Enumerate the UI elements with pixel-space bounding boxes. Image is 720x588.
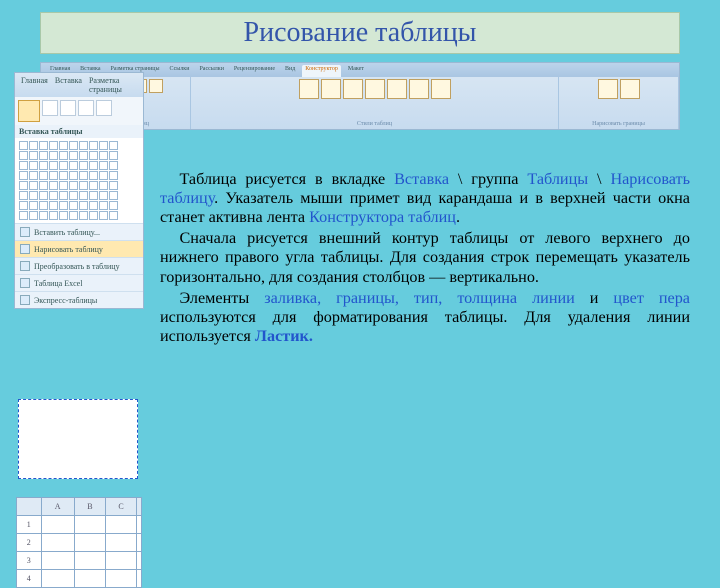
ribbon-group-drawborders: Нарисовать границы (559, 77, 679, 129)
table-cell: 1 (17, 516, 42, 534)
table-cell (105, 552, 136, 570)
paragraph-3: Элементы заливка, границы, тип, толщина … (160, 289, 690, 346)
table-cell (105, 516, 136, 534)
dropdown-tab[interactable]: Главная (19, 75, 50, 95)
left-illustrations: Главная Вставка Разметка страницы Вставк… (14, 72, 144, 588)
keyword: заливка, границы, тип, толщина линии (264, 289, 575, 307)
table-cell (74, 552, 105, 570)
table-cell: 4 (17, 570, 42, 588)
dropdown-option-excel[interactable]: Таблица Excel (15, 274, 143, 291)
ribbon-group-styles: Стили таблиц (191, 77, 559, 129)
dropdown-option-draw[interactable]: Нарисовать таблицу (15, 240, 143, 257)
ribbon-tab-active[interactable]: Конструктор (302, 65, 341, 77)
table-style-icon[interactable] (299, 79, 319, 99)
insert-grid[interactable] (15, 138, 143, 223)
keyword: Вставка (394, 170, 449, 188)
table-cell (74, 570, 105, 588)
quick-icon (20, 295, 30, 305)
table-cell (105, 570, 136, 588)
text-run: и (575, 289, 614, 307)
ribbon-tab[interactable]: Вид (282, 65, 298, 77)
table-style-icon[interactable] (365, 79, 385, 99)
paragraph-1: Таблица рисуется в вкладке Вставка \ гру… (160, 170, 690, 227)
table-header (17, 498, 42, 516)
clipart-icon[interactable] (60, 100, 76, 116)
option-label: Преобразовать в таблицу (34, 262, 120, 271)
table-cell (137, 552, 142, 570)
insert-table-dropdown: Главная Вставка Разметка страницы Вставк… (14, 72, 144, 309)
eraser-icon[interactable] (620, 79, 640, 99)
option-label: Вставить таблицу... (34, 228, 100, 237)
excel-icon (20, 278, 30, 288)
dropdown-header: Главная Вставка Разметка страницы (15, 73, 143, 97)
text-run: Элементы (179, 289, 264, 307)
body-text: Таблица рисуется в вкладке Вставка \ гру… (160, 170, 690, 348)
table-style-icon[interactable] (343, 79, 363, 99)
text-run: Таблица рисуется в вкладке (179, 170, 394, 188)
table-cell (137, 534, 142, 552)
grid-icon (20, 227, 30, 237)
ribbon-group-label: Нарисовать границы (592, 121, 645, 127)
keyword: Таблицы (527, 170, 588, 188)
table-style-icon[interactable] (321, 79, 341, 99)
drawing-outline-box (18, 399, 138, 479)
keyword: Конструктора таблиц (309, 208, 456, 226)
ribbon-tab[interactable]: Макет (345, 65, 367, 77)
dropdown-tab[interactable]: Разметка страницы (87, 75, 139, 95)
paragraph-2: Сначала рисуется внешний контур таблицы … (160, 229, 690, 286)
table-header: B (74, 498, 105, 516)
shapes-icon[interactable] (78, 100, 94, 116)
table-cell (137, 570, 142, 588)
ribbon-tab[interactable]: Ссылки (167, 65, 193, 77)
dropdown-option-insert[interactable]: Вставить таблицу... (15, 223, 143, 240)
table-header: C (105, 498, 136, 516)
checkbox-icon[interactable] (149, 79, 163, 93)
slide-title: Рисование таблицы (41, 17, 679, 49)
dropdown-grid-title: Вставка таблицы (15, 125, 143, 138)
text-run: \ группа (449, 170, 527, 188)
pen-icon[interactable] (598, 79, 618, 99)
table-cell (41, 534, 74, 552)
option-label: Таблица Excel (34, 279, 82, 288)
slide-title-bar: Рисование таблицы (40, 12, 680, 54)
table-cell (105, 534, 136, 552)
table-style-icon[interactable] (409, 79, 429, 99)
table-cell (41, 516, 74, 534)
dropdown-option-quick[interactable]: Экспресс-таблицы (15, 291, 143, 308)
table-style-icon[interactable] (387, 79, 407, 99)
table-cell (41, 552, 74, 570)
ribbon-tab[interactable]: Рассылки (196, 65, 226, 77)
text-run: . (456, 208, 460, 226)
text-run: используются для форматирования таблицы.… (160, 308, 690, 345)
option-label: Нарисовать таблицу (34, 245, 103, 254)
dropdown-tab[interactable]: Вставка (53, 75, 84, 95)
ribbon-group-label: Стили таблиц (357, 121, 392, 127)
table-header: A (41, 498, 74, 516)
keyword: Ластик. (255, 327, 313, 345)
table-cell: 3 (17, 552, 42, 570)
table-cell (74, 516, 105, 534)
dropdown-toolbar (15, 97, 143, 125)
table-header (137, 498, 142, 516)
pencil-icon (20, 244, 30, 254)
picture-icon[interactable] (42, 100, 58, 116)
text-run: \ (588, 170, 610, 188)
dropdown-option-convert[interactable]: Преобразовать в таблицу (15, 257, 143, 274)
table-cell (137, 516, 142, 534)
keyword: цвет пера (613, 289, 690, 307)
ribbon-tab[interactable]: Рецензирование (231, 65, 278, 77)
chart-icon[interactable] (96, 100, 112, 116)
table-style-icon[interactable] (431, 79, 451, 99)
convert-icon (20, 261, 30, 271)
table-cell (74, 534, 105, 552)
sample-table: A B C 1 2 3 4 (16, 497, 142, 588)
table-cell (41, 570, 74, 588)
option-label: Экспресс-таблицы (34, 296, 97, 305)
table-cell: 2 (17, 534, 42, 552)
table-button-icon[interactable] (18, 100, 40, 122)
